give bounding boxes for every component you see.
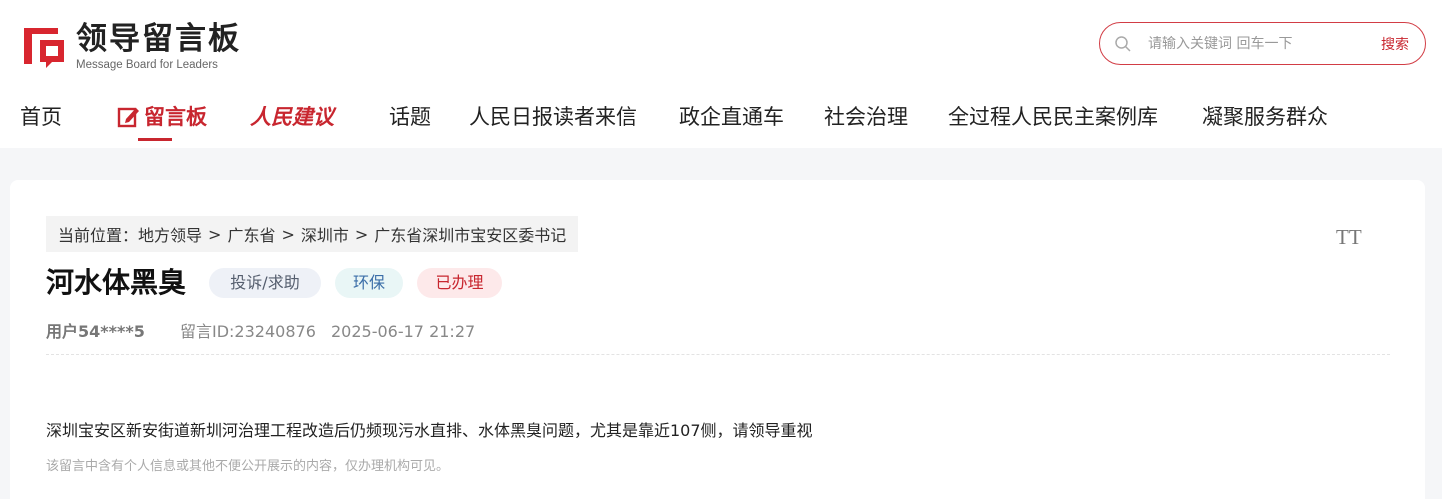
nav-item-topics[interactable]: 话题: [389, 96, 431, 138]
privacy-notice: 该留言中含有个人信息或其他不便公开展示的内容，仅办理机构可见。: [46, 459, 450, 474]
author-name: 用户54****5: [46, 322, 145, 341]
message-content: 深圳宝安区新安街道新圳河治理工程改造后仍频现污水直排、水体黑臭问题，尤其是靠近1…: [46, 421, 813, 440]
search-icon: [1115, 35, 1131, 52]
status-badge-label: 已办理: [435, 273, 484, 292]
nav-item-gov-business[interactable]: 政企直通车: [679, 96, 784, 138]
site-header: 领导留言板 Message Board for Leaders 搜索 首页 留言…: [0, 0, 1442, 148]
message-id: 留言ID:23240876: [180, 322, 316, 341]
message-title: 河水体黑臭: [46, 266, 187, 299]
status-badge: 已办理: [417, 268, 502, 298]
breadcrumb-separator: >: [208, 224, 222, 244]
breadcrumb-item-province[interactable]: 广东省: [227, 222, 275, 246]
tag-domain: 环保: [335, 268, 403, 298]
nav-item-message-board-label: 留言板: [144, 105, 207, 129]
tag-category-label: 投诉/求助: [230, 273, 300, 292]
search-input[interactable]: [1148, 35, 1368, 52]
breadcrumb: 当前位置： 地方领导 > 广东省 > 深圳市 > 广东省深圳市宝安区委书记: [46, 216, 579, 252]
breadcrumb-item-local-leaders[interactable]: 地方领导: [138, 222, 202, 246]
tag-domain-label: 环保: [352, 273, 385, 292]
nav-item-democracy-cases[interactable]: 全过程人民民主案例库: [948, 96, 1158, 138]
breadcrumb-separator: >: [281, 224, 295, 244]
breadcrumb-item-leader[interactable]: 广东省深圳市宝安区委书记: [374, 222, 566, 246]
breadcrumb-prefix: 当前位置：: [58, 226, 139, 245]
edit-note-icon: [117, 107, 139, 128]
nav-active-indicator: [138, 138, 172, 141]
divider: [46, 354, 1390, 355]
nav-item-serve-public[interactable]: 凝聚服务群众: [1202, 96, 1328, 138]
logo-mark-icon: [24, 28, 64, 68]
breadcrumb-item-city[interactable]: 深圳市: [301, 222, 349, 246]
search-box: 搜索: [1099, 22, 1426, 65]
nav-item-people-suggestion[interactable]: 人民建议: [250, 96, 334, 138]
logo-title: 领导留言板: [76, 21, 241, 57]
nav-item-home[interactable]: 首页: [20, 96, 62, 138]
message-datetime: 2025-06-17 21:27: [331, 322, 476, 341]
breadcrumb-separator: >: [354, 224, 369, 244]
logo-text: 领导留言板 Message Board for Leaders: [76, 22, 241, 72]
search-button[interactable]: 搜索: [1381, 34, 1409, 54]
nav-item-social-governance[interactable]: 社会治理: [824, 96, 908, 138]
nav-item-message-board[interactable]: 留言板: [116, 96, 207, 138]
main-nav: 首页 留言板 人民建议 话题 人民日报读者来信 政企直通车 社会治理 全过程人民…: [0, 96, 1442, 144]
logo-subtitle: Message Board for Leaders: [76, 59, 218, 71]
tag-category: 投诉/求助: [209, 268, 321, 298]
nav-item-readers-letters[interactable]: 人民日报读者来信: [469, 96, 637, 138]
site-logo[interactable]: 领导留言板 Message Board for Leaders: [20, 22, 241, 72]
font-size-toggle-icon[interactable]: TT: [1336, 225, 1362, 250]
